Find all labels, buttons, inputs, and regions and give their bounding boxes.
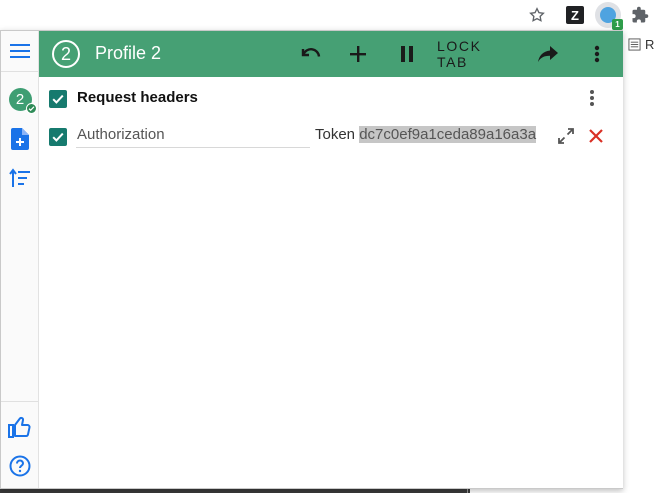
sidebar-divider bbox=[1, 71, 38, 72]
headers-panel: Request headers Authorization Token dc7c… bbox=[39, 77, 623, 488]
extension-badge: 1 bbox=[612, 19, 623, 30]
header-value-selected: dc7c0ef9a1ceda89a16a3a bbox=[359, 126, 537, 143]
check-icon bbox=[52, 132, 64, 142]
sidebar: 2 bbox=[1, 31, 39, 488]
expand-value-button[interactable] bbox=[555, 125, 577, 147]
lock-tab-button[interactable]: LOCK TAB bbox=[437, 38, 517, 70]
background-page-item: R bbox=[628, 37, 654, 52]
more-vert-icon bbox=[594, 45, 600, 63]
delete-header-button[interactable] bbox=[585, 125, 607, 147]
undo-icon bbox=[301, 48, 321, 57]
sidebar-item-profile-2[interactable]: 2 bbox=[6, 85, 37, 114]
section-more-button[interactable] bbox=[582, 87, 602, 109]
menu-button[interactable] bbox=[6, 37, 34, 65]
more-vert-icon bbox=[590, 90, 594, 106]
header-name-input[interactable]: Authorization bbox=[76, 126, 310, 148]
sidebar-divider bbox=[1, 401, 38, 402]
sort-icon bbox=[9, 168, 30, 187]
undo-button[interactable] bbox=[297, 40, 325, 68]
header-value-input[interactable]: Token dc7c0ef9a1ceda89a16a3a bbox=[315, 126, 549, 148]
check-badge-icon bbox=[25, 102, 37, 114]
section-enable-checkbox[interactable] bbox=[49, 90, 67, 108]
background-page-label: R bbox=[645, 37, 655, 52]
pause-icon bbox=[401, 46, 413, 62]
menu-icon bbox=[10, 44, 30, 58]
extension-popup: 2 2 Profile 2 LOCK TAB Request headers A… bbox=[0, 30, 623, 489]
share-button[interactable] bbox=[534, 40, 562, 68]
feedback-button[interactable] bbox=[6, 413, 34, 441]
bookmark-star-icon[interactable] bbox=[526, 4, 548, 26]
list-icon bbox=[628, 38, 641, 51]
section-title: Request headers bbox=[77, 89, 198, 106]
profile-number: 2 bbox=[15, 90, 25, 108]
modheader-extension-icon[interactable]: 1 bbox=[595, 2, 623, 30]
add-profile-button[interactable] bbox=[6, 125, 34, 153]
more-options-button[interactable] bbox=[583, 40, 611, 68]
profile-icon: 2 bbox=[8, 87, 37, 114]
check-icon bbox=[52, 94, 64, 104]
help-button[interactable] bbox=[6, 452, 34, 480]
profile-header: 2 Profile 2 LOCK TAB bbox=[39, 31, 623, 77]
close-icon bbox=[589, 129, 603, 143]
add-file-icon bbox=[11, 128, 29, 150]
thumbs-up-icon bbox=[8, 416, 31, 438]
profile-number-badge: 2 bbox=[52, 40, 80, 68]
extension-z-icon[interactable]: Z bbox=[566, 6, 584, 24]
extensions-puzzle-icon[interactable] bbox=[629, 4, 651, 26]
header-value-prefix: Token bbox=[315, 126, 360, 143]
add-header-button[interactable] bbox=[344, 40, 372, 68]
browser-toolbar: Z 1 bbox=[0, 0, 656, 30]
expand-icon bbox=[558, 128, 574, 144]
background-page bbox=[622, 30, 656, 493]
header-enable-checkbox[interactable] bbox=[49, 128, 67, 146]
help-icon bbox=[9, 455, 31, 477]
add-icon bbox=[350, 46, 366, 62]
share-icon bbox=[538, 46, 558, 62]
sort-button[interactable] bbox=[6, 164, 34, 192]
profile-title[interactable]: Profile 2 bbox=[95, 43, 161, 64]
pause-button[interactable] bbox=[393, 40, 421, 68]
